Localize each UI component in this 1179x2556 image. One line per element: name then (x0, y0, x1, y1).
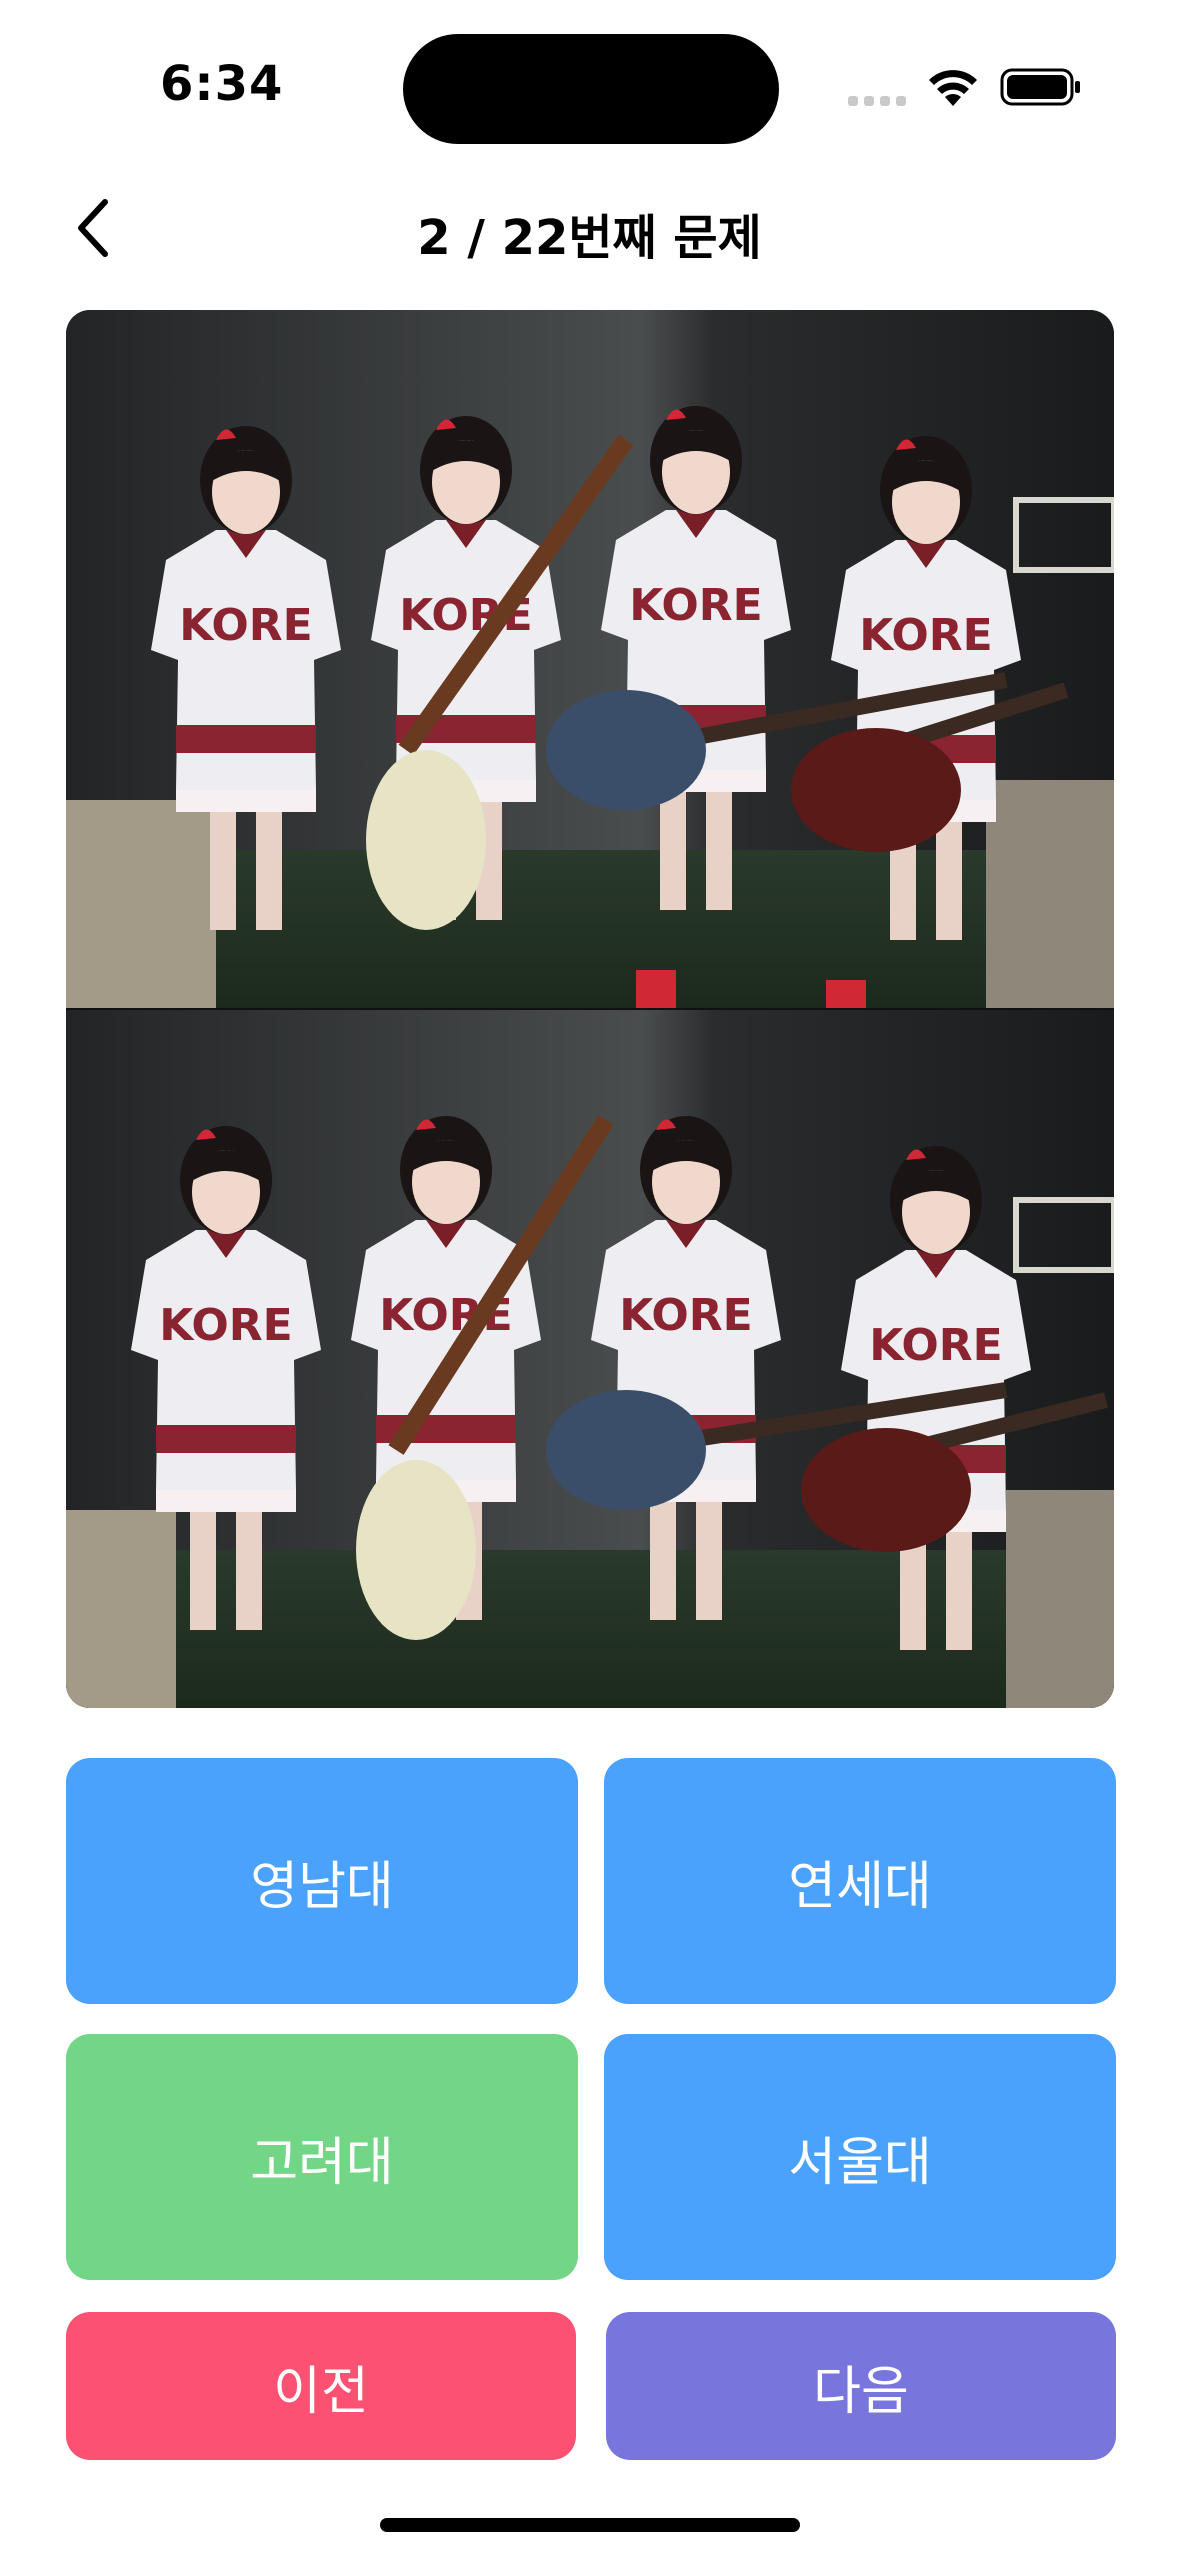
page-title: 2 / 22번째 문제 (417, 210, 762, 266)
answer-button-2[interactable]: 연세대 (604, 1758, 1116, 2004)
photo-panel-bottom (66, 1010, 1114, 1708)
home-indicator (380, 2518, 800, 2532)
answer-button-1[interactable]: 영남대 (66, 1758, 578, 2004)
photo-panel-top (66, 310, 1114, 1010)
quiz-photo: KORE (66, 310, 1114, 1708)
prev-button[interactable]: 이전 (66, 2312, 576, 2460)
signal-icon (848, 96, 908, 108)
battery-icon (1000, 68, 1080, 106)
next-button[interactable]: 다음 (606, 2312, 1116, 2460)
wifi-icon (929, 70, 977, 106)
answer-button-3[interactable]: 고려대 (66, 2034, 578, 2280)
answer-button-4[interactable]: 서울대 (604, 2034, 1116, 2280)
quiz-screen: 6:34 2 / 22번째 문제 영남대 연세대 고려대 서울대 이전 다음 (0, 0, 1179, 2556)
status-time: 6:34 (160, 56, 284, 112)
dynamic-island (403, 34, 779, 144)
